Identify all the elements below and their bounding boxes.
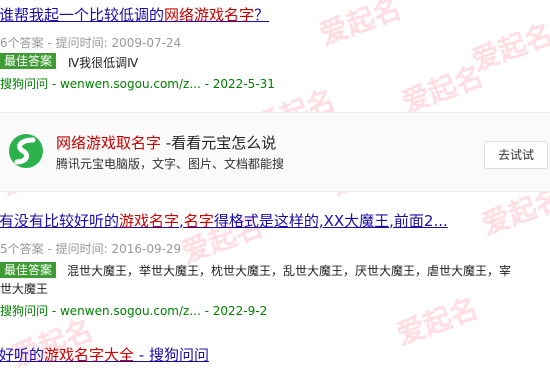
source-url: - wenwen.sogou.com/z...: [48, 304, 201, 318]
best-answer-text-cont: 世大魔王: [0, 282, 49, 296]
title-text: 谁帮我起一个比较低调的: [0, 6, 165, 24]
source-line: 搜狗问问 - wenwen.sogou.com/z... - 2022-5-31: [0, 75, 275, 92]
result-title-link[interactable]: 谁帮我起一个比较低调的网络游戏名字？: [0, 4, 269, 25]
card-title[interactable]: 网络游戏取名字 -看看元宝怎么说: [56, 132, 276, 153]
source-date: - 2022-5-31: [200, 77, 275, 91]
search-result: 有没有比较好听的游戏名字,名字得格式是这样的,XX大魔王,前面2... 5个答案…: [0, 200, 550, 320]
title-highlight: 网络游戏名字: [164, 6, 255, 24]
title-text: 好听的: [0, 346, 45, 364]
try-it-button[interactable]: 去试试: [484, 141, 548, 169]
source-name[interactable]: 搜狗问问: [0, 77, 48, 91]
title-text: 有没有比较好听的: [0, 212, 120, 230]
yuanbao-card: 网络游戏取名字 -看看元宝怎么说 腾讯元宝电脑版，文字、图片、文档都能搜 去试试: [0, 112, 550, 192]
title-highlight: 名字: [183, 212, 214, 230]
best-answer-badge: 最佳答案: [0, 262, 57, 278]
search-result: 好听的游戏名字大全 - 搜狗问问: [0, 340, 550, 375]
title-text: 得格式是这样的,XX大魔王,前面2...: [213, 212, 448, 230]
card-title-highlight: 网络游戏取名字: [56, 134, 162, 152]
title-highlight: 游戏名字大全: [44, 346, 135, 364]
answer-meta: 5个答案 - 提问时间: 2016-09-29: [0, 242, 182, 256]
card-description: 腾讯元宝电脑版，文字、图片、文档都能搜: [56, 157, 285, 171]
source-name[interactable]: 搜狗问问: [0, 304, 48, 318]
title-highlight: 游戏名字: [119, 212, 180, 230]
result-title-link[interactable]: 有没有比较好听的游戏名字,名字得格式是这样的,XX大魔王,前面2...: [0, 210, 448, 231]
source-url: - wenwen.sogou.com/z...: [48, 77, 201, 91]
best-answer-badge: 最佳答案: [0, 53, 57, 69]
yuanbao-logo-icon: [6, 131, 46, 171]
answer-meta: 6个答案 - 提问时间: 2009-07-24: [0, 36, 182, 50]
source-date: - 2022-9-2: [200, 304, 268, 318]
best-answer-text: 混世大魔王，举世大魔王，枕世大魔王，乱世大魔王，厌世大魔王，虐世大魔王，宰: [67, 264, 512, 278]
card-title-text: -看看元宝怎么说: [161, 134, 277, 152]
title-text: ？: [254, 6, 270, 24]
best-answer-text: Ⅳ我很低调Ⅳ: [68, 56, 139, 70]
search-result: 谁帮我起一个比较低调的网络游戏名字？ 6个答案 - 提问时间: 2009-07-…: [0, 0, 550, 110]
title-text: - 搜狗问问: [134, 346, 209, 364]
result-title-link[interactable]: 好听的游戏名字大全 - 搜狗问问: [0, 344, 209, 365]
source-line: 搜狗问问 - wenwen.sogou.com/z... - 2022-9-2: [0, 302, 267, 319]
